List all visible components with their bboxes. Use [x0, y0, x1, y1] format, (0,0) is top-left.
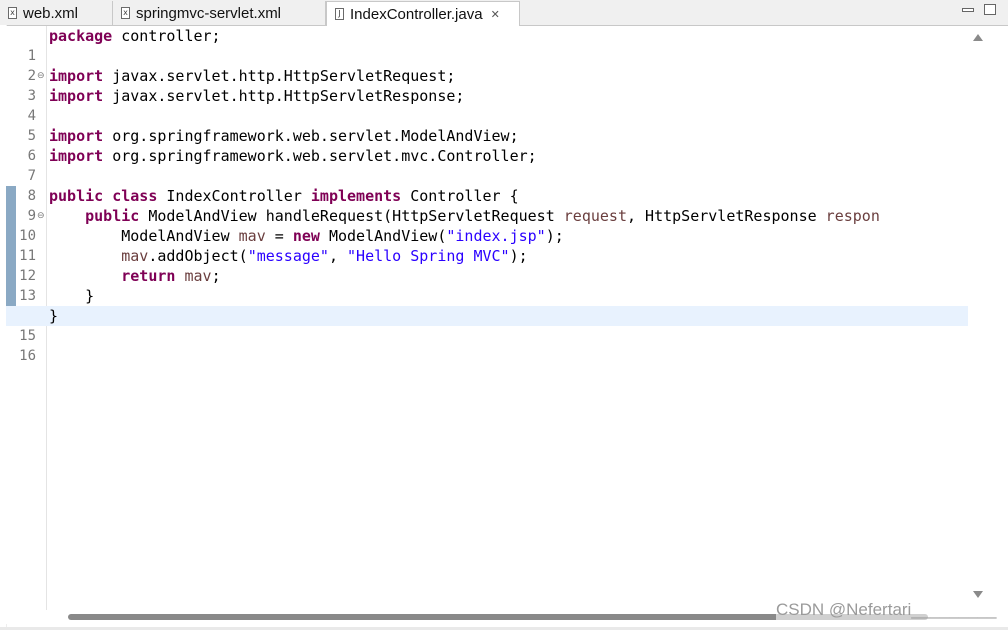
code-text: org.springframework.web.servlet.ModelAnd…: [103, 127, 519, 145]
keyword: package: [49, 27, 113, 45]
minimize-icon[interactable]: [962, 8, 974, 12]
code-text: ModelAndView handleRequest(HttpServletRe…: [139, 207, 564, 225]
variable: mav: [184, 267, 212, 285]
fold-icon[interactable]: ⊖: [37, 66, 45, 86]
code-text: );: [545, 227, 564, 245]
code-line-6[interactable]: 6 import org.springframework.web.servlet…: [6, 126, 968, 164]
code-text: .addObject(: [148, 247, 248, 265]
code-line-2[interactable]: 2: [6, 46, 968, 84]
keyword: implements: [310, 187, 402, 205]
code-line-10[interactable]: 10 ⊖ public ModelAndView handleRequest(H…: [6, 206, 968, 244]
code-line-15-current[interactable]: 15 }: [6, 306, 968, 344]
tab-springmvc-servlet-xml[interactable]: x springmvc-servlet.xml: [113, 1, 326, 25]
string-literal: "Hello Spring MVC": [347, 247, 510, 265]
tab-label: springmvc-servlet.xml: [136, 4, 282, 22]
code-text: );: [509, 247, 528, 265]
code-line-12[interactable]: 12 mav.addObject("message", "Hello Sprin…: [6, 246, 968, 284]
code-text: IndexController: [157, 187, 311, 205]
keyword: import: [49, 147, 104, 165]
fold-icon[interactable]: ⊖: [37, 206, 45, 226]
tab-index-controller-java[interactable]: J IndexController.java ✕: [326, 1, 520, 26]
vertical-scrollbar[interactable]: [968, 26, 988, 610]
variable: mav: [238, 227, 266, 245]
code-text: ,: [328, 247, 348, 265]
keyword: import: [49, 67, 104, 85]
scroll-down-icon[interactable]: [973, 591, 983, 598]
keyword: new: [292, 227, 320, 245]
watermark: CSDN @Nefertari_________: [776, 600, 997, 620]
keyword: import: [49, 87, 104, 105]
code-text: }: [49, 307, 59, 325]
parameter: respon: [825, 207, 880, 225]
maximize-icon[interactable]: [984, 4, 996, 15]
code-text: javax.servlet.http.HttpServletRequest;: [103, 67, 456, 85]
code-text: }: [49, 287, 95, 305]
code-text: ModelAndView: [49, 227, 239, 245]
code-text: ;: [211, 267, 221, 285]
code-line-3[interactable]: 3 ⊖ import javax.servlet.http.HttpServle…: [6, 66, 968, 104]
string-literal: "index.jsp": [446, 227, 546, 245]
scroll-up-icon[interactable]: [973, 34, 983, 41]
string-literal: "message": [247, 247, 329, 265]
code-line-1[interactable]: 1 package controller;: [6, 26, 968, 64]
code-text: controller;: [112, 27, 221, 45]
code-line-8[interactable]: 8: [6, 166, 968, 204]
java-file-icon: J: [335, 8, 344, 20]
code-text: Controller {: [401, 187, 519, 205]
close-icon[interactable]: ✕: [491, 8, 500, 21]
tab-web-xml[interactable]: x web.xml: [0, 1, 113, 25]
code-line-11[interactable]: 11 ModelAndView mav = new ModelAndView("…: [6, 226, 968, 264]
code-text: , HttpServletResponse: [626, 207, 826, 225]
code-line-14[interactable]: 14 }: [6, 286, 968, 324]
code-text: ModelAndView(: [319, 227, 447, 245]
code-text: org.springframework.web.servlet.mvc.Cont…: [103, 147, 537, 165]
keyword: class: [112, 187, 158, 205]
tab-label: IndexController.java: [350, 5, 483, 23]
xml-file-icon: x: [121, 7, 130, 19]
code-text: javax.servlet.http.HttpServletResponse;: [103, 87, 465, 105]
keyword: public: [49, 187, 104, 205]
keyword: public: [85, 207, 140, 225]
xml-file-icon: x: [8, 7, 17, 19]
tab-label: web.xml: [23, 4, 79, 22]
parameter: request: [563, 207, 627, 225]
code-line-9[interactable]: 9 public class IndexController implement…: [6, 186, 968, 224]
keyword: import: [49, 127, 104, 145]
code-line-16[interactable]: 16: [6, 326, 968, 364]
code-editor[interactable]: 1 package controller; 2 3 ⊖ import javax…: [6, 26, 968, 610]
code-line-13[interactable]: 13 return mav;: [6, 266, 968, 304]
code-line-4[interactable]: 4 import javax.servlet.http.HttpServletR…: [6, 86, 968, 124]
code-text: =: [265, 227, 293, 245]
line-number: 16: [19, 348, 36, 364]
code-line-7[interactable]: 7 import org.springframework.web.servlet…: [6, 146, 968, 184]
variable: mav: [121, 247, 149, 265]
code-line-5[interactable]: 5: [6, 106, 968, 144]
editor-tab-bar: x web.xml x springmvc-servlet.xml J Inde…: [0, 0, 1008, 26]
keyword: return: [121, 267, 176, 285]
